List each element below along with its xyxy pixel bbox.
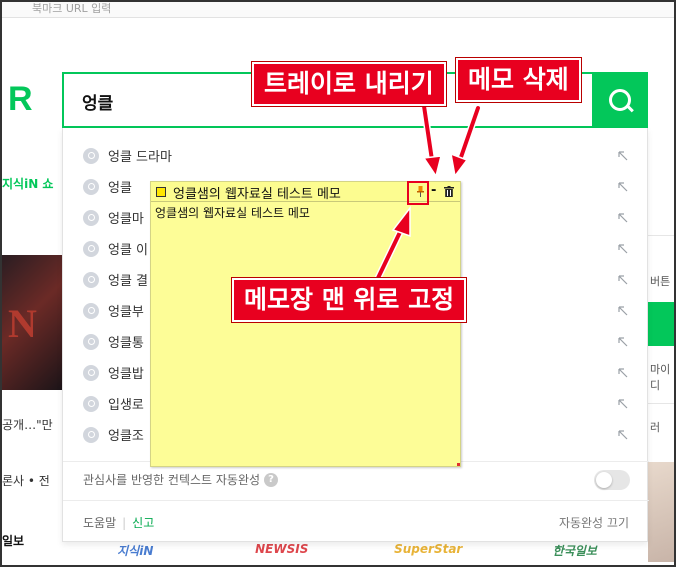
bg-right-text: 버튼 bbox=[650, 275, 671, 288]
toggle-knob bbox=[596, 472, 612, 488]
dropdown-divider bbox=[63, 500, 649, 501]
memo-app-icon bbox=[156, 187, 166, 197]
annotation-tray-label: 트레이로 내리기 bbox=[252, 62, 446, 106]
bottom-press-logos: 지식iN NEWSIS SuperStar 한국일보 bbox=[62, 540, 648, 565]
suggestion-text: 엉클통 bbox=[108, 336, 144, 351]
press-logo[interactable]: SuperStar bbox=[355, 540, 502, 565]
tray-minimize-button[interactable]: - bbox=[431, 183, 436, 198]
fill-arrow-icon[interactable] bbox=[617, 367, 629, 379]
fill-arrow-icon[interactable] bbox=[617, 181, 629, 193]
bg-banner-glyph: N bbox=[8, 301, 37, 346]
context-autocomplete-toggle[interactable] bbox=[594, 470, 630, 490]
search-input[interactable]: 엉클 bbox=[82, 89, 113, 114]
suggestion-text: 엉클밥 bbox=[108, 367, 144, 382]
suggestion-text: 엉클조 bbox=[108, 429, 144, 444]
footer-separator: | bbox=[122, 515, 127, 530]
suggest-search-icon bbox=[83, 426, 99, 443]
suggest-search-icon bbox=[83, 271, 99, 288]
bg-press-list[interactable]: 론사 • 전 bbox=[2, 472, 50, 489]
suggestion-text: 엉클마 bbox=[108, 212, 144, 227]
context-autocomplete-label: 관심사를 반영한 컨텍스트 자동완성 bbox=[83, 473, 261, 487]
press-logo[interactable]: 지식iN bbox=[62, 540, 209, 565]
fill-arrow-icon[interactable] bbox=[617, 243, 629, 255]
help-icon[interactable]: ? bbox=[264, 472, 279, 487]
bg-right-text: 마이디 bbox=[650, 363, 671, 392]
suggest-search-icon bbox=[83, 178, 99, 195]
suggest-search-icon bbox=[83, 364, 99, 381]
suggest-search-icon bbox=[83, 395, 99, 412]
fill-arrow-icon[interactable] bbox=[617, 150, 629, 162]
bg-right-divider bbox=[648, 403, 674, 404]
dropdown-footer: 도움말 | 신고 bbox=[83, 514, 154, 531]
suggest-search-icon bbox=[83, 333, 99, 350]
help-link[interactable]: 도움말 bbox=[83, 514, 116, 531]
bg-right-text: 러 bbox=[650, 421, 661, 434]
search-button[interactable] bbox=[592, 72, 648, 128]
top-bar: 북마크 URL 입력 bbox=[2, 2, 674, 18]
annotation-delete-label: 메모 삭제 bbox=[456, 58, 581, 102]
fill-arrow-icon[interactable] bbox=[617, 336, 629, 348]
memo-title: 엉클샘의 웹자료실 테스트 메모 bbox=[173, 187, 341, 202]
bg-right-image[interactable] bbox=[648, 462, 674, 562]
suggest-search-icon bbox=[83, 240, 99, 257]
context-autocomplete-row: 관심사를 반영한 컨텍스트 자동완성 ? bbox=[83, 471, 279, 488]
suggest-search-icon bbox=[83, 302, 99, 319]
bg-service-tabs[interactable]: 지식iN 쇼 bbox=[2, 175, 53, 192]
press-logo[interactable]: 한국일보 bbox=[502, 540, 649, 565]
report-link[interactable]: 신고 bbox=[132, 514, 154, 531]
suggestion-item[interactable]: 엉클 드라마 bbox=[63, 140, 647, 171]
search-icon bbox=[609, 89, 631, 111]
suggestion-text: 엉클 bbox=[108, 181, 132, 196]
memo-resize-handle[interactable] bbox=[457, 463, 460, 466]
top-bar-text: 북마크 URL 입력 bbox=[32, 2, 112, 15]
trash-icon[interactable] bbox=[444, 186, 454, 197]
fill-arrow-icon[interactable] bbox=[617, 429, 629, 441]
bg-press-name[interactable]: 일보 bbox=[2, 532, 24, 549]
suggest-search-icon bbox=[83, 147, 99, 164]
fill-arrow-icon[interactable] bbox=[617, 212, 629, 224]
fill-arrow-icon[interactable] bbox=[617, 274, 629, 286]
memo-window[interactable]: 엉클샘의 웹자료실 테스트 메모 - 엉클샘의 웹자료실 테스트 메모 bbox=[150, 181, 461, 467]
bg-right-divider bbox=[648, 235, 674, 236]
fill-arrow-icon[interactable] bbox=[617, 398, 629, 410]
suggestion-text: 엉클 드라마 bbox=[108, 150, 172, 165]
suggestion-text: 입생로 bbox=[108, 398, 144, 413]
naver-logo[interactable]: R bbox=[8, 80, 33, 119]
suggestion-text: 엉클 결 bbox=[108, 274, 149, 289]
annotation-pin-label: 메모장 맨 위로 고정 bbox=[232, 278, 467, 322]
suggest-search-icon bbox=[83, 209, 99, 226]
press-logo[interactable]: NEWSIS bbox=[209, 540, 356, 565]
suggestion-text: 엉클 이 bbox=[108, 243, 149, 258]
memo-text-area[interactable]: 엉클샘의 웹자료실 테스트 메모 bbox=[151, 202, 460, 223]
autocomplete-off-link[interactable]: 자동완성 끄기 bbox=[559, 514, 629, 531]
suggestion-text: 엉클부 bbox=[108, 305, 144, 320]
bg-right-button[interactable] bbox=[648, 302, 674, 346]
bg-banner-image[interactable]: N bbox=[2, 255, 62, 390]
bg-news-snippet[interactable]: 공개…"만 bbox=[2, 416, 53, 433]
fill-arrow-icon[interactable] bbox=[617, 305, 629, 317]
pin-highlight-box bbox=[407, 181, 429, 205]
